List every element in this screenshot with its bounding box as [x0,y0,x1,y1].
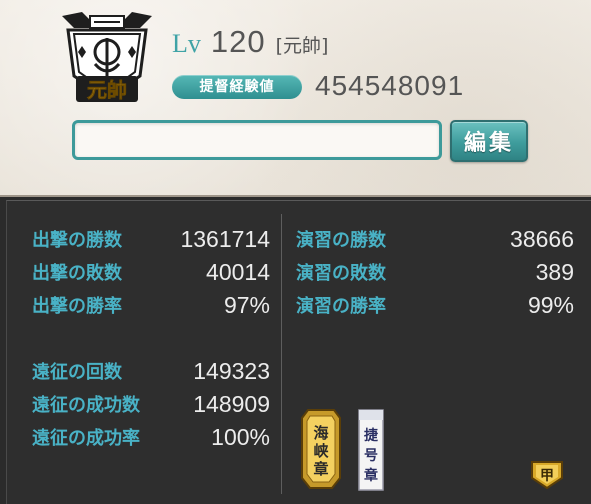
rank-emblem-icon: 元帥 [62,12,152,102]
exp-value: 454548091 [315,70,465,101]
stat-label: 出撃の敗数 [32,263,122,284]
stat-label: 遠征の回数 [32,362,122,383]
comment-input[interactable] [72,120,442,160]
strait-medal-icon: 海 峡 章 [296,408,346,492]
stat-label: 演習の勝率 [296,296,386,317]
profile-header: 元帥 Lv 120 [元帥] 提督経験値 454548091 編集 [0,0,591,197]
medal-char: 峡 [313,442,329,460]
stat-value: 148909 [193,390,270,417]
level-value: 120 [210,24,266,59]
stats-divider [281,214,282,494]
stat-row-exercise-losses: 演習の敗数 389 [296,257,574,287]
stat-value: 1361714 [180,225,270,252]
stat-label: 出撃の勝率 [32,296,122,317]
stat-row-sortie-rate: 出撃の勝率 97% [32,290,270,320]
medal-char: 章 [364,467,378,484]
stat-row-exercise-rate: 演習の勝率 99% [296,290,574,320]
stat-label: 出撃の勝数 [32,230,122,251]
stat-row-expedition-success: 遠征の成功数 148909 [32,389,270,419]
stat-value: 389 [535,258,574,285]
level-label: Lv [172,29,201,58]
stat-value: 149323 [193,357,270,384]
medal-char: 捷 [364,427,379,444]
level-row: Lv 120 [元帥] [172,24,328,64]
medal-char: 海 [313,424,328,442]
stat-value: 97% [223,291,270,318]
rank-emblem-text: 元帥 [87,78,127,102]
stat-label: 演習の勝数 [296,230,386,251]
badge-text: 甲 [540,468,554,484]
medal-char: 章 [313,460,328,478]
rank-name: [元帥] [275,35,329,57]
victory-medal-icon: 捷 号 章 [356,408,386,492]
stat-value: 99% [527,291,574,318]
exp-badge: 提督経験値 [172,75,302,99]
stat-value: 38666 [510,225,574,252]
difficulty-badge-icon: 甲 [528,458,566,490]
stat-row-sortie-losses: 出撃の敗数 40014 [32,257,270,287]
medal-char: 号 [364,448,378,464]
stat-label: 遠征の成功率 [32,428,140,449]
stat-value: 40014 [206,258,270,285]
stat-row-expedition-rate: 遠征の成功率 100% [32,422,270,452]
stat-value: 100% [211,423,270,450]
stat-row-expedition-count: 遠征の回数 149323 [32,356,270,386]
edit-button[interactable]: 編集 [450,120,528,162]
stat-label: 演習の敗数 [296,263,386,284]
rank-emblem: 元帥 [54,6,160,106]
stat-label: 遠征の成功数 [32,395,140,416]
stat-row-exercise-wins: 演習の勝数 38666 [296,224,574,254]
stat-row-sortie-wins: 出撃の勝数 1361714 [32,224,270,254]
